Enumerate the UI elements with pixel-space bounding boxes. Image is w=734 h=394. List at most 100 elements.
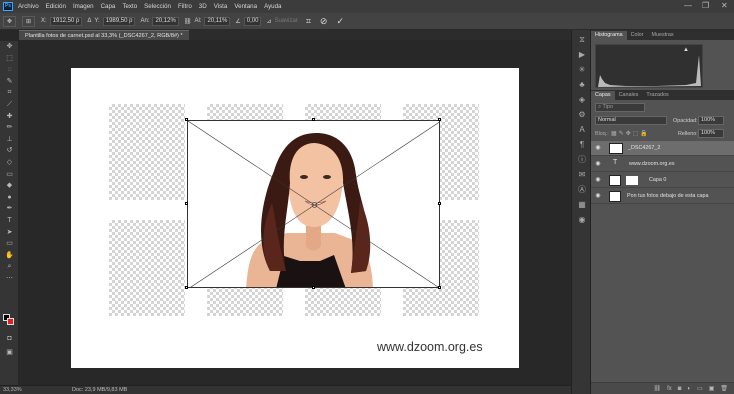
menu-ayuda[interactable]: Ayuda <box>264 3 281 10</box>
actions-icon[interactable]: ▶ <box>572 47 592 62</box>
screen-mode-icon[interactable]: ▣ <box>0 347 19 359</box>
adjustments-icon[interactable]: ✳ <box>572 62 592 77</box>
menu-3d[interactable]: 3D <box>199 3 207 10</box>
pen-icon[interactable]: ✒ <box>0 203 19 215</box>
tab-color[interactable]: Color <box>627 31 648 40</box>
y-field[interactable]: 1989,50 p <box>102 16 136 26</box>
fill-field[interactable]: 100% <box>698 129 724 138</box>
zoom-icon[interactable]: ⌕ <box>0 261 19 273</box>
add-mask-icon[interactable]: ◙ <box>678 386 682 392</box>
layer-row[interactable]: ◉ _DSC4267_2 <box>591 141 734 156</box>
tab-trazados[interactable]: Trazados <box>642 91 672 100</box>
tab-canales[interactable]: Canales <box>615 91 643 100</box>
gradient-icon[interactable]: ▭ <box>0 169 19 181</box>
brush-icon[interactable]: ✏ <box>0 122 19 134</box>
document-tab[interactable]: Plantilla fotos de carnet.psd al 33,3% (… <box>19 30 189 40</box>
transform-handle-top-right[interactable] <box>438 118 441 121</box>
blend-mode-select[interactable]: Normal <box>595 116 667 125</box>
fx-icon[interactable]: fx <box>667 386 672 392</box>
quick-select-icon[interactable]: ✎ <box>0 76 19 88</box>
menu-capa[interactable]: Capa <box>101 3 116 10</box>
zoom-level[interactable]: 33,33% <box>3 386 22 394</box>
layers-panel-icon[interactable]: ◈ <box>572 92 592 107</box>
path-select-icon[interactable]: ➤ <box>0 227 19 239</box>
notes-icon[interactable]: ✉ <box>572 167 592 182</box>
visibility-eye-icon[interactable]: ◉ <box>594 193 602 200</box>
transform-handle-bottom-left[interactable] <box>185 286 188 289</box>
transform-handle-bottom[interactable] <box>312 286 315 289</box>
height-field[interactable]: 20,11% <box>204 16 231 26</box>
document-canvas[interactable]: www.dzoom.org.es <box>71 68 519 368</box>
hand-icon[interactable]: ✋ <box>0 250 19 262</box>
menu-imagen[interactable]: Imagen <box>73 3 94 10</box>
timeline-icon[interactable]: ▦ <box>572 197 592 212</box>
lock-icons[interactable]: ▦✎✥⬚🔒 <box>611 130 650 137</box>
width-field[interactable]: 20,12% <box>152 16 179 26</box>
blur-icon[interactable]: ◆ <box>0 180 19 192</box>
type-icon[interactable]: T <box>0 215 19 227</box>
history-icon[interactable]: ⧖ <box>572 32 592 47</box>
transform-handle-top[interactable] <box>312 118 315 121</box>
warning-icon[interactable]: ▲ <box>683 47 689 53</box>
close-icon[interactable]: ✕ <box>721 2 728 10</box>
layer-row[interactable]: ◉ Pon tus fotos debajo de esta capa <box>591 189 734 204</box>
angle-field[interactable]: 0,00 <box>243 16 262 26</box>
menu-archivo[interactable]: Archivo <box>18 3 39 10</box>
cancel-transform-icon[interactable]: ⊘ <box>320 16 328 27</box>
x-field[interactable]: 1912,50 p <box>49 16 83 26</box>
tab-muestras[interactable]: Muestras <box>647 31 677 40</box>
free-transform-box[interactable] <box>187 120 440 288</box>
brush-settings-icon[interactable]: ♣ <box>572 77 592 92</box>
transform-handle-right[interactable] <box>438 202 441 205</box>
clone-stamp-icon[interactable]: ⊥ <box>0 134 19 146</box>
paragraph-icon[interactable]: ¶ <box>572 137 592 152</box>
opacity-field[interactable]: 100% <box>698 116 724 125</box>
new-layer-icon[interactable]: ▣ <box>709 385 715 392</box>
reference-point-icon[interactable]: ⊞ <box>22 15 35 27</box>
eyedropper-icon[interactable]: ⟋ <box>0 99 19 111</box>
tab-capas[interactable]: Capas <box>591 91 615 100</box>
move-tool-icon[interactable]: ✥ <box>3 15 16 27</box>
history-brush-icon[interactable]: ↺ <box>0 145 19 157</box>
link-layers-icon[interactable]: ⛓ <box>653 385 661 392</box>
eraser-icon[interactable]: ◇ <box>0 157 19 169</box>
warp-icon[interactable]: ⌗ <box>306 16 311 27</box>
dodge-icon[interactable]: ● <box>0 192 19 204</box>
commit-transform-icon[interactable]: ✓ <box>336 16 344 27</box>
marquee-icon[interactable]: ⬚ <box>0 53 19 65</box>
libraries-icon[interactable]: ◉ <box>572 212 592 227</box>
delete-layer-icon[interactable]: 🗑 <box>720 385 728 392</box>
menu-ventana[interactable]: Ventana <box>234 3 257 10</box>
interpolation-label[interactable]: Suavizar <box>274 18 297 24</box>
properties-icon[interactable]: ⚙ <box>572 107 592 122</box>
layer-row[interactable]: ◉ Capa 0 <box>591 173 734 188</box>
character-icon[interactable]: A <box>572 122 592 137</box>
glyphs-icon[interactable]: Ⓐ <box>572 182 592 197</box>
lasso-icon[interactable]: ◌ <box>0 64 19 76</box>
crop-icon[interactable]: ⌗ <box>0 87 19 99</box>
menu-seleccion[interactable]: Selección <box>144 3 171 10</box>
layer-row[interactable]: ◉ T www.dzoom.org.es <box>591 157 734 172</box>
menu-edicion[interactable]: Edición <box>46 3 66 10</box>
maximize-icon[interactable]: ❐ <box>702 2 709 10</box>
menu-filtro[interactable]: Filtro <box>178 3 192 10</box>
adjustment-layer-icon[interactable]: ◐ <box>687 386 691 392</box>
move-icon[interactable]: ✥ <box>0 41 19 53</box>
minimize-icon[interactable]: — <box>684 2 692 10</box>
visibility-eye-icon[interactable]: ◉ <box>594 161 602 168</box>
quick-mask-icon[interactable]: ◘ <box>0 333 19 345</box>
transform-handle-bottom-right[interactable] <box>438 286 441 289</box>
info-icon[interactable]: ⓘ <box>572 152 592 167</box>
healing-brush-icon[interactable]: ✚ <box>0 111 19 123</box>
more-tools-icon[interactable]: ⋯ <box>0 273 19 285</box>
transform-handle-top-left[interactable] <box>185 118 188 121</box>
background-color-swatch[interactable] <box>7 318 14 325</box>
visibility-eye-icon[interactable]: ◉ <box>594 177 602 184</box>
menu-vista[interactable]: Vista <box>214 3 228 10</box>
transform-handle-left[interactable] <box>185 202 188 205</box>
visibility-eye-icon[interactable]: ◉ <box>594 145 602 152</box>
shape-icon[interactable]: ▭ <box>0 238 19 250</box>
document-workspace[interactable]: www.dzoom.org.es <box>19 41 571 385</box>
link-icon[interactable]: ⛓ <box>184 18 192 25</box>
menu-texto[interactable]: Texto <box>122 3 137 10</box>
